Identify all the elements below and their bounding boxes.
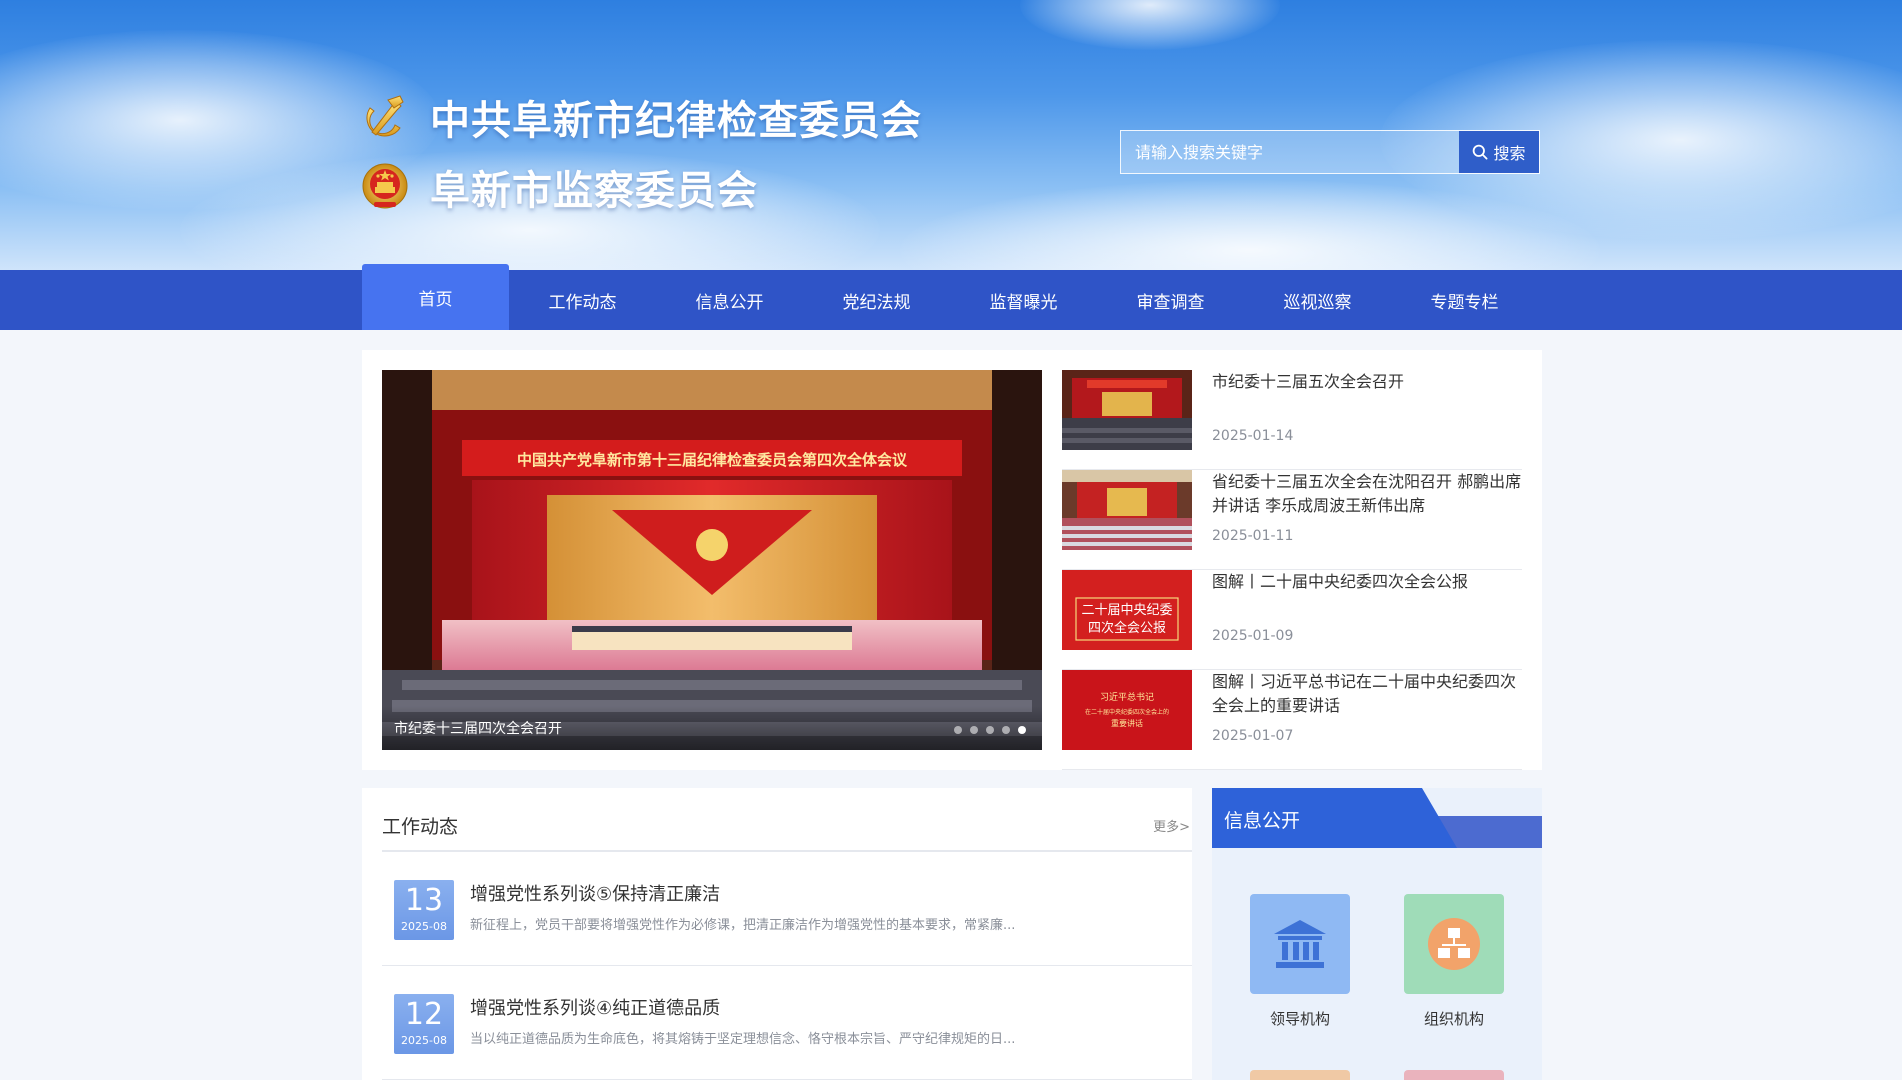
tile-organization[interactable]: 组织机构 (1404, 894, 1504, 1029)
image-carousel[interactable]: 中国共产党阜新市第十三届纪律检查委员会第四次全体会议 市纪委十三届四次全会召开 (382, 370, 1042, 750)
section-title: 信息公开 (1224, 810, 1301, 832)
tile-icon-box (1404, 894, 1504, 994)
news-date: 2025-01-09 (1212, 628, 1294, 644)
search-button-label: 搜索 (1493, 144, 1526, 163)
tile-partial[interactable] (1250, 1070, 1350, 1080)
list-item[interactable]: 12 2025-08 增强党性系列谈④纯正道德品质 当以纯正道德品质为生命底色，… (382, 966, 1192, 1080)
nav-item-party-regulations[interactable]: 党纪法规 (803, 270, 950, 330)
thumb-text: 习近平总书记 (1100, 691, 1154, 703)
nav-item-inspection-tour[interactable]: 巡视巡察 (1244, 270, 1391, 330)
carousel-dot[interactable] (970, 726, 978, 734)
date-day: 12 (404, 997, 444, 1032)
nav-item-review-investigation[interactable]: 审查调查 (1097, 270, 1244, 330)
news-title[interactable]: 图解丨习近平总书记在二十届中央纪委四次全会上的重要讲话 (1212, 670, 1522, 718)
tile-leadership[interactable]: 领导机构 (1250, 894, 1350, 1029)
sky-cloud (1020, 0, 1280, 50)
org-structure-icon (1428, 918, 1480, 970)
search-input[interactable] (1121, 131, 1459, 173)
nav-item-special-topics[interactable]: 专题专栏 (1391, 270, 1538, 330)
nav-item-info-disclosure[interactable]: 信息公开 (656, 270, 803, 330)
news-date: 2025-01-11 (1212, 528, 1294, 544)
news-list: 市纪委十三届五次全会召开 2025-01-14 省纪委十三届五次全会在沈阳召开 … (1062, 370, 1522, 770)
carousel-dot[interactable] (1002, 726, 1010, 734)
list-item[interactable]: 13 2025-08 增强党性系列谈⑤保持清正廉洁 新征程上，党员干部要将增强党… (382, 852, 1192, 966)
main-nav: 首页 工作动态 信息公开 党纪法规 监督曝光 审查调查 巡视巡察 专题专栏 (0, 264, 1902, 330)
date-year-month: 2025-08 (401, 1034, 447, 1047)
tile-label: 组织机构 (1423, 1010, 1484, 1028)
thumb-text: 在二十届中央纪委四次全会上的 (1085, 708, 1169, 716)
carousel-dot[interactable] (954, 726, 962, 734)
news-item[interactable]: 习近平总书记 在二十届中央纪委四次全会上的 重要讲话 图解丨习近平总书记在二十届… (1062, 670, 1522, 770)
tile-icon-box (1250, 894, 1350, 994)
carousel-dot-active[interactable] (1018, 726, 1026, 734)
article-summary: 当以纯正道德品质为生命底色，将其熔铸于坚定理想信念、恪守根本宗旨、严守纪律规矩的… (470, 1032, 1016, 1047)
news-date: 2025-01-07 (1212, 728, 1294, 744)
news-thumbnail: 习近平总书记 在二十届中央纪委四次全会上的 重要讲话 (1062, 670, 1192, 750)
article-title[interactable]: 增强党性系列谈④纯正道德品质 (470, 994, 720, 1020)
news-title[interactable]: 图解丨二十届中央纪委四次全会公报 (1212, 570, 1522, 594)
party-emblem-icon (366, 95, 404, 137)
news-title[interactable]: 省纪委十三届五次全会在沈阳召开 郝鹏出席并讲话 李乐成周波王新伟出席 (1212, 470, 1522, 518)
carousel-dots (954, 726, 1026, 734)
carousel-caption-bar: 市纪委十三届四次全会召开 (382, 706, 1042, 750)
section-title: 工作动态 (382, 816, 459, 838)
tile-partial[interactable] (1404, 1070, 1504, 1080)
carousel-photo-meeting-hall: 中国共产党阜新市第十三届纪律检查委员会第四次全体会议 (382, 370, 1042, 750)
national-emblem-icon (362, 163, 408, 209)
stage-banner-text: 中国共产党阜新市第十三届纪律检查委员会第四次全体会议 (517, 451, 908, 469)
news-title[interactable]: 市纪委十三届五次全会召开 (1212, 370, 1522, 394)
news-item[interactable]: 市纪委十三届五次全会召开 2025-01-14 (1062, 370, 1522, 470)
more-link[interactable]: 更多> (1153, 816, 1190, 835)
work-dynamics-panel: 工作动态 更多> 13 2025-08 增强党性系列谈⑤保持清正廉洁 新征程上，… (362, 788, 1192, 1080)
nav-item-work-dynamics[interactable]: 工作动态 (509, 270, 656, 330)
site-title-secondary: 阜新市监察委员会 (430, 168, 758, 214)
carousel-caption[interactable]: 市纪委十三届四次全会召开 (394, 718, 562, 738)
info-disclosure-panel: 信息公开 领导机构 组织机构 (1212, 788, 1542, 1080)
news-thumbnail (1062, 470, 1192, 550)
thumb-text: 重要讲话 (1111, 718, 1143, 728)
thumb-text: 二十届中央纪委 (1081, 603, 1172, 618)
site-title-primary: 中共阜新市纪律检查委员会 (430, 98, 922, 144)
news-item[interactable]: 二十届中央纪委 四次全会公报 图解丨二十届中央纪委四次全会公报 2025-01-… (1062, 570, 1522, 670)
article-title[interactable]: 增强党性系列谈⑤保持清正廉洁 (470, 880, 720, 906)
date-badge: 12 2025-08 (394, 994, 454, 1054)
info-disclosure-header: 信息公开 (1212, 788, 1542, 848)
search-button[interactable]: 搜索 (1459, 131, 1539, 173)
site-brand[interactable]: 中共阜新市纪律检查委员会 阜新市监察委员会 (360, 82, 922, 222)
featured-news-panel: 中国共产党阜新市第十三届纪律检查委员会第四次全体会议 市纪委十三届四次全会召开 (362, 350, 1542, 770)
site-header: 中共阜新市纪律检查委员会 阜新市监察委员会 请输入搜索关键字 搜索 (0, 0, 1902, 270)
news-date: 2025-01-14 (1212, 428, 1294, 444)
tile-label: 领导机构 (1269, 1010, 1330, 1028)
article-summary: 新征程上，党员干部要将增强党性作为必修课，把清正廉洁作为增强党性的基本要求，常紧… (470, 918, 1016, 933)
nav-item-supervision-exposure[interactable]: 监督曝光 (950, 270, 1097, 330)
date-year-month: 2025-08 (401, 920, 447, 933)
date-badge: 13 2025-08 (394, 880, 454, 940)
government-building-icon (1274, 920, 1326, 968)
news-thumbnail: 二十届中央纪委 四次全会公报 (1062, 570, 1192, 650)
nav-item-home[interactable]: 首页 (362, 264, 509, 330)
news-thumbnail (1062, 370, 1192, 450)
search-icon (1473, 144, 1488, 160)
thumb-text: 四次全会公报 (1088, 620, 1166, 636)
carousel-dot[interactable] (986, 726, 994, 734)
search-bar: 搜索 (1120, 130, 1540, 174)
news-item[interactable]: 省纪委十三届五次全会在沈阳召开 郝鹏出席并讲话 李乐成周波王新伟出席 2025-… (1062, 470, 1522, 570)
work-dynamics-header: 工作动态 更多> (382, 788, 1192, 852)
date-day: 13 (404, 883, 444, 918)
